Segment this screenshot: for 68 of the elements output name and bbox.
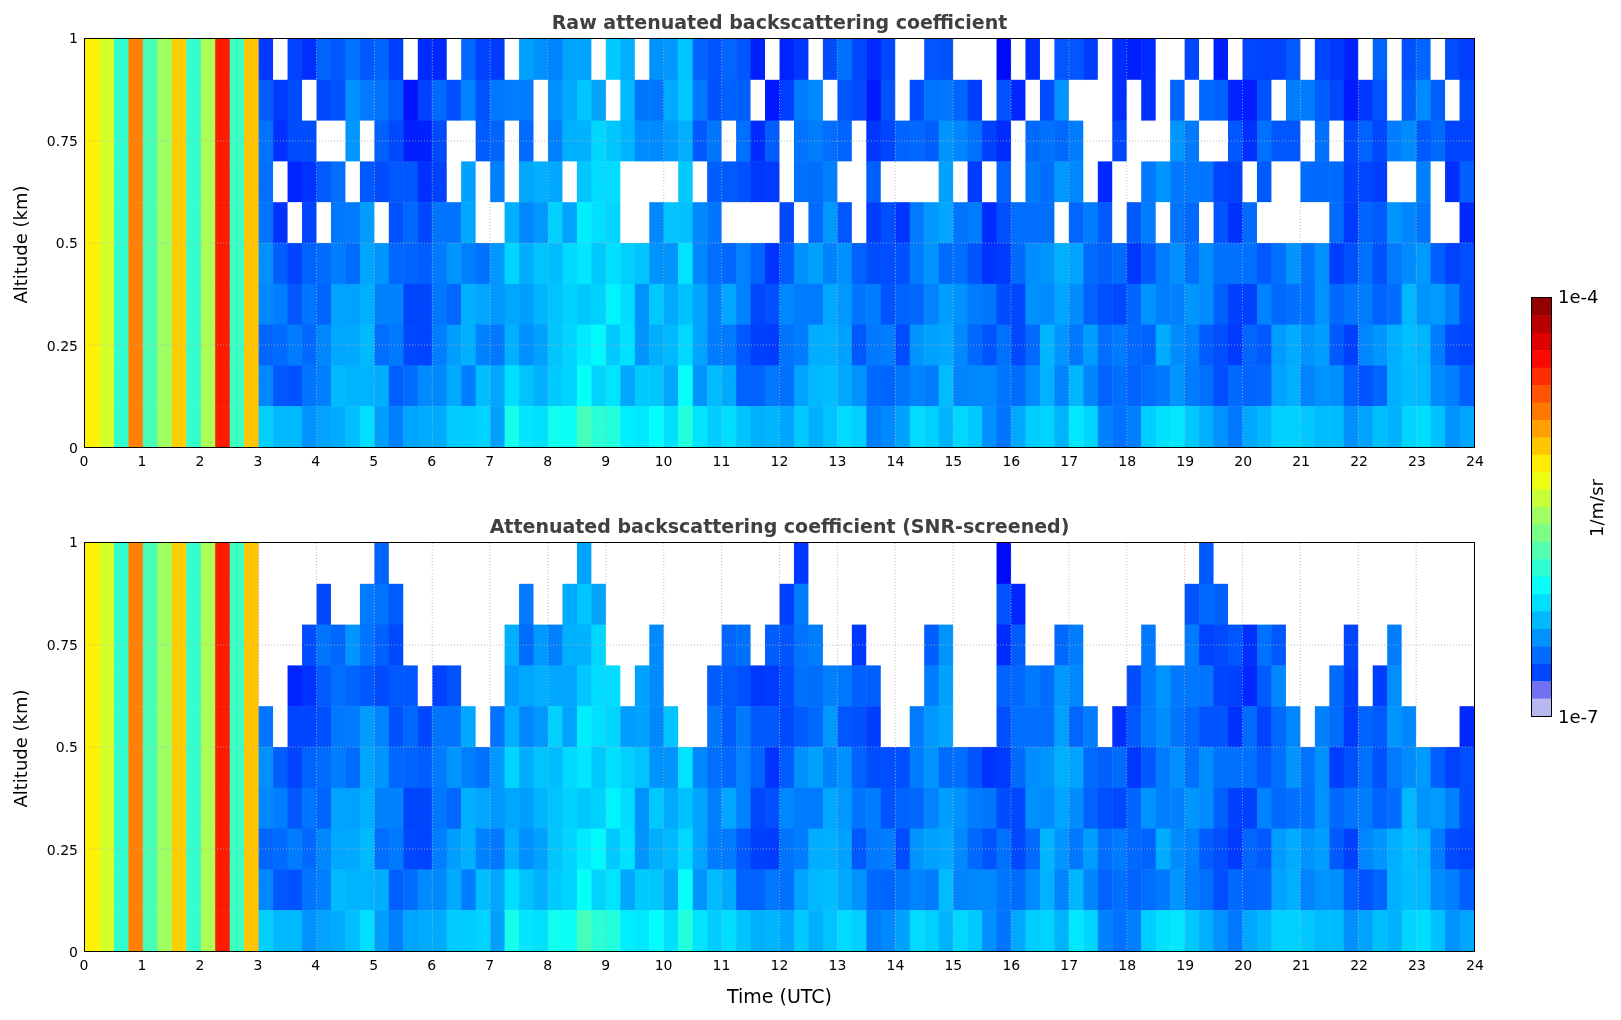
tick-label: 0.25 — [45, 337, 78, 354]
tick-label: 6 — [427, 957, 437, 973]
tick-label: 0.25 — [45, 841, 78, 858]
tick-label: 18 — [1118, 957, 1137, 973]
tick-label: 11 — [712, 957, 731, 973]
tick-label: 20 — [1234, 957, 1253, 973]
tick-label: 17 — [1060, 957, 1079, 973]
tick-label: 13 — [828, 957, 847, 973]
chart-title: Attenuated backscattering coefficient (SNR-screened) — [488, 514, 1071, 539]
tick-label: 21 — [1292, 957, 1311, 973]
tick-label: 15 — [944, 453, 963, 469]
tick-label: 20 — [1234, 453, 1253, 469]
tick-label: 9 — [601, 957, 611, 973]
tick-label: 0.75 — [45, 636, 78, 653]
tick-label: 0 — [68, 440, 78, 456]
tick-label: 10 — [654, 957, 673, 973]
tick-label: 0.75 — [45, 132, 78, 149]
tick-label: 17 — [1060, 453, 1079, 469]
colorbar-min-label: 1e-7 — [1558, 706, 1599, 728]
tick-label: 23 — [1408, 453, 1426, 469]
tick-label: 2 — [195, 957, 205, 973]
tick-label: 3 — [253, 957, 263, 973]
tick-label: 1 — [68, 30, 78, 46]
tick-label: 0.5 — [54, 235, 78, 251]
tick-label: 8 — [543, 453, 553, 469]
tick-label: 1 — [137, 453, 147, 469]
tick-label: 18 — [1118, 453, 1137, 469]
tick-label: 0 — [79, 453, 89, 469]
tick-label: 7 — [485, 453, 495, 469]
tick-label: 19 — [1176, 957, 1195, 973]
tick-label: 14 — [886, 453, 905, 469]
tick-label: 1 — [137, 957, 147, 973]
colorbar-label: 1/m/sr — [1586, 478, 1608, 539]
tick-label: 23 — [1408, 957, 1426, 973]
tick-label: 4 — [311, 453, 321, 469]
tick-label: 11 — [712, 453, 731, 469]
y-axis-label: Altitude (km) — [8, 688, 32, 809]
tick-label: 13 — [828, 453, 847, 469]
tick-label: 5 — [369, 453, 379, 469]
tick-label: 21 — [1292, 453, 1311, 469]
tick-label: 22 — [1350, 453, 1368, 469]
x-axis-label: Time (UTC) — [726, 984, 833, 1009]
tick-label: 12 — [770, 453, 789, 469]
tick-label: 0 — [68, 944, 78, 960]
tick-label: 14 — [886, 957, 905, 973]
tick-label: 5 — [369, 957, 379, 973]
colorbar-max-label: 1e-4 — [1558, 286, 1599, 308]
chart-title: Raw attenuated backscattering coefficient — [550, 10, 1009, 35]
tick-label: 19 — [1176, 453, 1195, 469]
tick-label: 3 — [253, 453, 263, 469]
tick-label: 12 — [770, 957, 789, 973]
tick-label: 10 — [654, 453, 673, 469]
y-axis-label: Altitude (km) — [8, 184, 32, 305]
tick-label: 7 — [485, 957, 495, 973]
tick-label: 4 — [311, 957, 321, 973]
tick-label: 24 — [1466, 957, 1484, 973]
tick-label: 6 — [427, 453, 437, 469]
tick-label: 16 — [1002, 453, 1021, 469]
tick-label: 1 — [68, 534, 78, 550]
tick-label: 15 — [944, 957, 963, 973]
tick-label: 24 — [1466, 453, 1484, 469]
tick-label: 22 — [1350, 957, 1368, 973]
tick-label: 0.5 — [54, 739, 78, 755]
tick-label: 0 — [79, 957, 89, 973]
tick-label: 9 — [601, 453, 611, 469]
tick-label: 16 — [1002, 957, 1021, 973]
tick-label: 2 — [195, 453, 205, 469]
tick-label: 8 — [543, 957, 553, 973]
